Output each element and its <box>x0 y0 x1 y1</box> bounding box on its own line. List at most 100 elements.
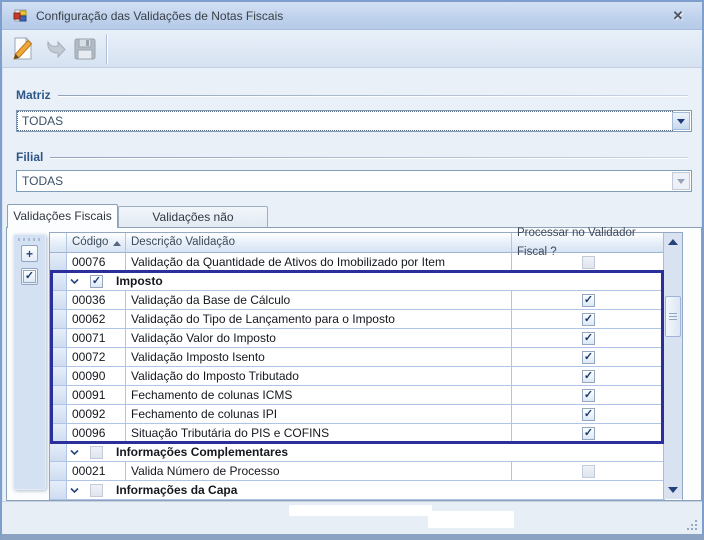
descricao-cell[interactable]: Situação Tributária do PIS e COFINS <box>126 424 512 443</box>
processar-cell[interactable]: ✓ <box>512 329 665 348</box>
codigo-cell[interactable]: 00096 <box>67 424 126 443</box>
descricao-cell[interactable]: Validação Imposto Isento <box>126 348 512 367</box>
row-checkbox[interactable] <box>90 446 103 459</box>
row-checkbox[interactable]: ✓ <box>582 332 595 345</box>
processar-cell[interactable] <box>512 253 665 272</box>
codigo-cell[interactable]: 00092 <box>67 405 126 424</box>
descricao-cell[interactable]: Fechamento de colunas ICMS <box>126 386 512 405</box>
processar-cell[interactable]: ✓ <box>512 348 665 367</box>
undo-button[interactable] <box>38 33 69 64</box>
header-processar[interactable]: Processar no Validador Fiscal ? <box>512 233 665 253</box>
edit-button[interactable] <box>7 33 38 64</box>
tab-validacoes-nao-configuraveis[interactable]: Validações não Configuráveis <box>118 206 268 228</box>
grid-row[interactable]: 00091Fechamento de colunas ICMS ✓ <box>50 386 682 405</box>
row-checkbox[interactable] <box>90 484 103 497</box>
tab-validacoes-fiscais[interactable]: Validações Fiscais <box>7 204 118 228</box>
grid-row[interactable]: 00021Valida Número de Processo <box>50 462 682 481</box>
processar-cell[interactable] <box>512 462 665 481</box>
filial-combobox[interactable]: TODAS <box>16 170 692 192</box>
grid-row[interactable]: 00036Validação da Base de Cálculo ✓ <box>50 291 682 310</box>
row-indicator[interactable] <box>50 386 67 405</box>
processar-cell[interactable]: ✓ <box>512 367 665 386</box>
grid-row[interactable]: 00071Validação Valor do Imposto ✓ <box>50 329 682 348</box>
row-indicator[interactable] <box>50 443 67 462</box>
group-cell[interactable]: ✓Imposto <box>67 272 665 291</box>
vertical-scrollbar[interactable] <box>663 233 682 499</box>
codigo-cell[interactable]: 00091 <box>67 386 126 405</box>
descricao-cell[interactable]: Validação Valor do Imposto <box>126 329 512 348</box>
row-checkbox[interactable]: ✓ <box>582 294 595 307</box>
row-indicator[interactable] <box>50 310 67 329</box>
processar-cell[interactable]: ✓ <box>512 386 665 405</box>
row-indicator[interactable] <box>50 329 67 348</box>
filial-dropdown-button[interactable] <box>672 172 690 190</box>
row-indicator[interactable] <box>50 272 67 291</box>
grid-row[interactable]: 00096Situação Tributária do PIS e COFINS… <box>50 424 682 443</box>
row-indicator[interactable] <box>50 348 67 367</box>
codigo-cell[interactable]: 00072 <box>67 348 126 367</box>
codigo-cell[interactable]: 00071 <box>67 329 126 348</box>
row-checkbox[interactable] <box>582 465 595 478</box>
title-bar[interactable]: Configuração das Validações de Notas Fis… <box>2 2 702 30</box>
grid-row[interactable]: 00072Validação Imposto Isento ✓ <box>50 348 682 367</box>
validations-grid: Código Descrição Validação Processar no … <box>49 232 683 500</box>
filial-group-label: Filial <box>16 150 688 164</box>
matriz-combobox[interactable]: TODAS <box>16 110 692 132</box>
grid-row[interactable]: 00062Validação do Tipo de Lançamento par… <box>50 310 682 329</box>
descricao-cell[interactable]: Valida Número de Processo <box>126 462 512 481</box>
descricao-cell[interactable]: Validação do Imposto Tributado <box>126 367 512 386</box>
chevron-expanded-icon[interactable] <box>70 449 79 456</box>
expand-all-button[interactable]: + <box>21 245 38 262</box>
row-checkbox[interactable]: ✓ <box>582 408 595 421</box>
scroll-up-button[interactable] <box>664 234 682 250</box>
codigo-cell[interactable]: 00076 <box>67 253 126 272</box>
grid-row[interactable]: 00092Fechamento de colunas IPI ✓ <box>50 405 682 424</box>
group-cell[interactable]: Informações da Capa <box>67 481 665 500</box>
descricao-cell[interactable]: Fechamento de colunas IPI <box>126 405 512 424</box>
chevron-expanded-icon[interactable] <box>70 278 79 285</box>
grid-group-row[interactable]: Informações da Capa <box>50 481 682 500</box>
row-checkbox[interactable]: ✓ <box>582 389 595 402</box>
row-checkbox[interactable]: ✓ <box>582 370 595 383</box>
row-indicator[interactable] <box>50 253 67 272</box>
descricao-cell[interactable]: Validação da Quantidade de Ativos do Imo… <box>126 253 512 272</box>
codigo-cell[interactable]: 00090 <box>67 367 126 386</box>
grid-row[interactable]: 00076Validação da Quantidade de Ativos d… <box>50 253 682 272</box>
triangle-up-icon <box>668 239 678 245</box>
grid-row[interactable]: 00090Validação do Imposto Tributado ✓ <box>50 367 682 386</box>
processar-cell[interactable]: ✓ <box>512 310 665 329</box>
row-indicator[interactable] <box>50 424 67 443</box>
processar-cell[interactable]: ✓ <box>512 405 665 424</box>
save-button[interactable] <box>69 33 100 64</box>
chevron-expanded-icon[interactable] <box>70 487 79 494</box>
processar-cell[interactable]: ✓ <box>512 291 665 310</box>
descricao-cell[interactable]: Validação da Base de Cálculo <box>126 291 512 310</box>
row-checkbox[interactable] <box>582 256 595 269</box>
row-indicator[interactable] <box>50 405 67 424</box>
codigo-cell[interactable]: 00062 <box>67 310 126 329</box>
codigo-cell[interactable]: 00021 <box>67 462 126 481</box>
row-checkbox[interactable]: ✓ <box>582 427 595 440</box>
row-indicator[interactable] <box>50 367 67 386</box>
panel-grip-icon[interactable] <box>18 238 41 241</box>
row-checkbox[interactable]: ✓ <box>582 351 595 364</box>
grid-group-row[interactable]: ✓Imposto <box>50 272 682 291</box>
close-button[interactable]: ✕ <box>668 7 688 25</box>
row-checkbox[interactable]: ✓ <box>582 313 595 326</box>
scrollbar-thumb[interactable] <box>665 296 681 337</box>
row-indicator[interactable] <box>50 291 67 310</box>
row-checkbox[interactable]: ✓ <box>90 275 103 288</box>
processar-cell[interactable]: ✓ <box>512 424 665 443</box>
group-cell[interactable]: Informações Complementares <box>67 443 665 462</box>
matriz-dropdown-button[interactable] <box>672 112 690 130</box>
row-indicator[interactable] <box>50 481 67 500</box>
header-descricao[interactable]: Descrição Validação <box>126 233 512 253</box>
row-indicator[interactable] <box>50 462 67 481</box>
resize-grip[interactable] <box>695 528 697 530</box>
check-all-button[interactable]: ✓ <box>21 268 38 285</box>
grid-group-row[interactable]: Informações Complementares <box>50 443 682 462</box>
scroll-down-button[interactable] <box>664 482 682 498</box>
codigo-cell[interactable]: 00036 <box>67 291 126 310</box>
header-codigo[interactable]: Código <box>67 233 126 253</box>
descricao-cell[interactable]: Validação do Tipo de Lançamento para o I… <box>126 310 512 329</box>
